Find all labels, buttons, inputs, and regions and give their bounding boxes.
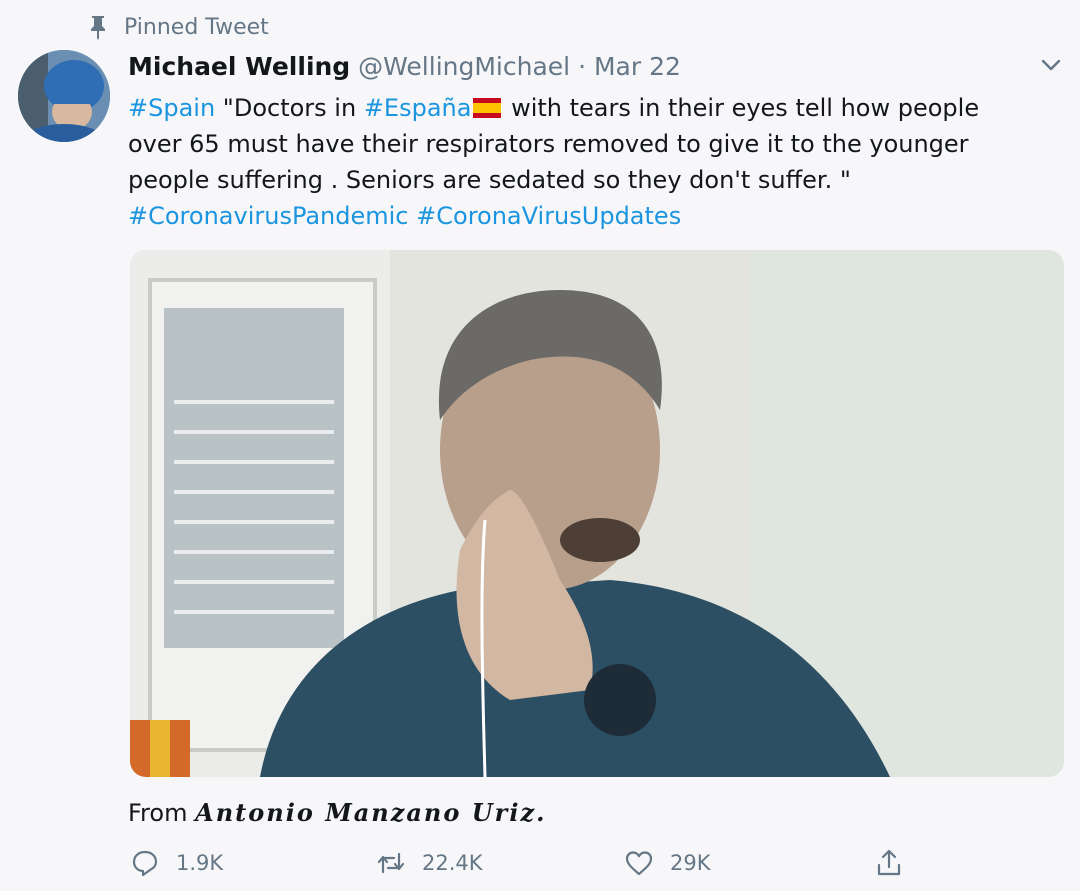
video-frame-image <box>130 250 1064 777</box>
author-handle[interactable]: @WellingMichael <box>358 52 570 81</box>
tweet-caption: From Antonio Manzano Uriz. <box>128 798 546 827</box>
heart-icon <box>625 851 653 876</box>
caption-signature: Antonio Manzano Uriz. <box>195 798 547 827</box>
date-separator: · <box>578 52 587 81</box>
avatar[interactable] <box>18 50 110 142</box>
tweet-header: Michael Welling @WellingMichael · Mar 22 <box>128 52 681 81</box>
hashtag-coronavirus-pandemic[interactable]: #CoronavirusPandemic <box>128 202 409 230</box>
reply-count: 1.9K <box>176 851 224 875</box>
retweet-count: 22.4K <box>422 851 483 875</box>
spain-flag-emoji <box>473 98 502 118</box>
hashtag-coronavirus-updates[interactable]: #CoronaVirusUpdates <box>416 202 681 230</box>
author-name[interactable]: Michael Welling <box>128 52 350 81</box>
avatar-image <box>18 50 110 142</box>
share-button[interactable] <box>874 848 904 878</box>
retweet-icon <box>377 852 405 874</box>
like-count: 29K <box>670 851 711 875</box>
pinned-text: Pinned Tweet <box>124 14 269 40</box>
tweet-text: #Spain "Doctors in #España with tears in… <box>128 90 1028 234</box>
hashtag-spain[interactable]: #Spain <box>128 94 215 122</box>
hashtag-espana[interactable]: #España <box>364 94 472 122</box>
caption-prefix: From <box>128 799 196 827</box>
tweet-text-part1: "Doctors in <box>215 94 364 122</box>
chevron-down-icon[interactable] <box>1038 52 1064 78</box>
tweet-date[interactable]: Mar 22 <box>594 52 681 81</box>
reply-icon <box>132 850 158 877</box>
pinned-tweet-label: Pinned Tweet <box>86 14 269 40</box>
share-icon <box>877 849 901 876</box>
like-button[interactable]: 29K <box>624 848 711 878</box>
reply-button[interactable]: 1.9K <box>130 848 223 878</box>
tweet-media-video[interactable] <box>130 250 1064 777</box>
retweet-button[interactable]: 22.4K <box>376 848 483 878</box>
pin-icon <box>91 16 105 40</box>
